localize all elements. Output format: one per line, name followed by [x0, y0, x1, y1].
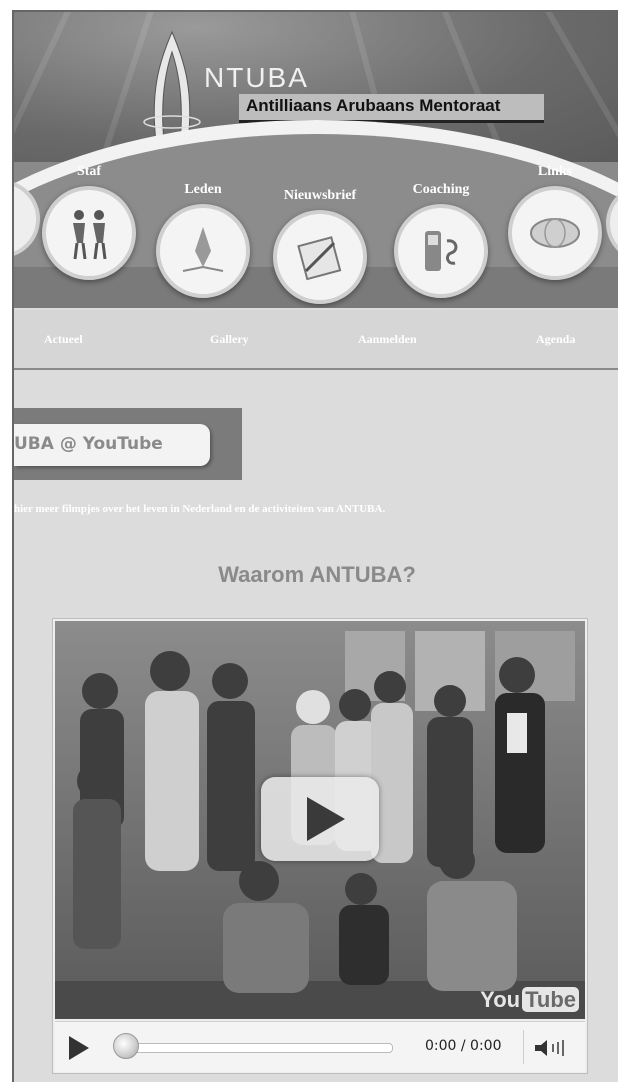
nav-item-links[interactable]: Links	[500, 164, 610, 280]
play-icon[interactable]	[69, 1036, 89, 1060]
logo-title[interactable]: NTUBA	[204, 62, 309, 94]
page-frame: NTUBA Antilliaans Arubaans Mentoraat Sta…	[12, 10, 618, 1082]
youtube-section-tab: UBA @ YouTube	[14, 408, 242, 480]
big-play-button[interactable]	[261, 777, 379, 861]
subnav-aanmelden[interactable]: Aanmelden	[358, 332, 417, 347]
intro-text: hier meer filmpjes over het leven in Ned…	[14, 503, 386, 515]
nav-label-staf: Staf	[76, 164, 102, 179]
nav-item-staf[interactable]: Staf	[34, 164, 144, 280]
staff-people-icon	[42, 186, 136, 280]
seek-bar[interactable]	[119, 1043, 393, 1053]
logo-subtitle: Antilliaans Arubaans Mentoraat	[246, 96, 501, 115]
volume-icon[interactable]	[533, 1038, 573, 1058]
player-controls: 0:00 / 0:00	[55, 1021, 585, 1072]
nav-label-coaching: Coaching	[412, 182, 470, 197]
youtube-logo-you: You	[480, 987, 521, 1012]
nav-item-coaching[interactable]: Coaching	[386, 182, 496, 298]
youtube-player[interactable]: You Tube 0:00 / 0:00	[52, 618, 588, 1074]
links-icon	[508, 186, 602, 280]
subnav-agenda[interactable]: Agenda	[536, 332, 575, 347]
nav-item-leden[interactable]: Leden	[148, 182, 258, 298]
video-heading: Waarom ANTUBA?	[218, 562, 416, 587]
youtube-tab-label: UBA @ YouTube	[14, 434, 163, 454]
subnav-actueel[interactable]: Actueel	[44, 332, 83, 347]
nav-label-nieuwsbrief: Nieuwsbrief	[283, 188, 357, 203]
nav-label-links: Links	[537, 164, 573, 179]
youtube-logo[interactable]: You Tube	[480, 987, 579, 1013]
youtube-logo-tube: Tube	[522, 987, 579, 1012]
seek-knob[interactable]	[113, 1033, 139, 1059]
nav-label-leden: Leden	[184, 182, 222, 197]
subnav-gallery[interactable]: Gallery	[210, 332, 249, 347]
video-thumbnail[interactable]: You Tube	[55, 621, 585, 1019]
members-icon	[156, 204, 250, 298]
controls-divider	[523, 1030, 524, 1064]
youtube-tab-label-box: UBA @ YouTube	[14, 424, 210, 466]
coaching-phone-icon	[394, 204, 488, 298]
sub-navigation: Actueel Gallery Aanmelden Agenda	[14, 310, 618, 370]
nav-item-nieuwsbrief[interactable]: Nieuwsbrief	[260, 188, 380, 304]
time-display: 0:00 / 0:00	[425, 1038, 502, 1054]
site-header: NTUBA Antilliaans Arubaans Mentoraat Sta…	[14, 12, 618, 308]
newsletter-icon	[273, 210, 367, 304]
